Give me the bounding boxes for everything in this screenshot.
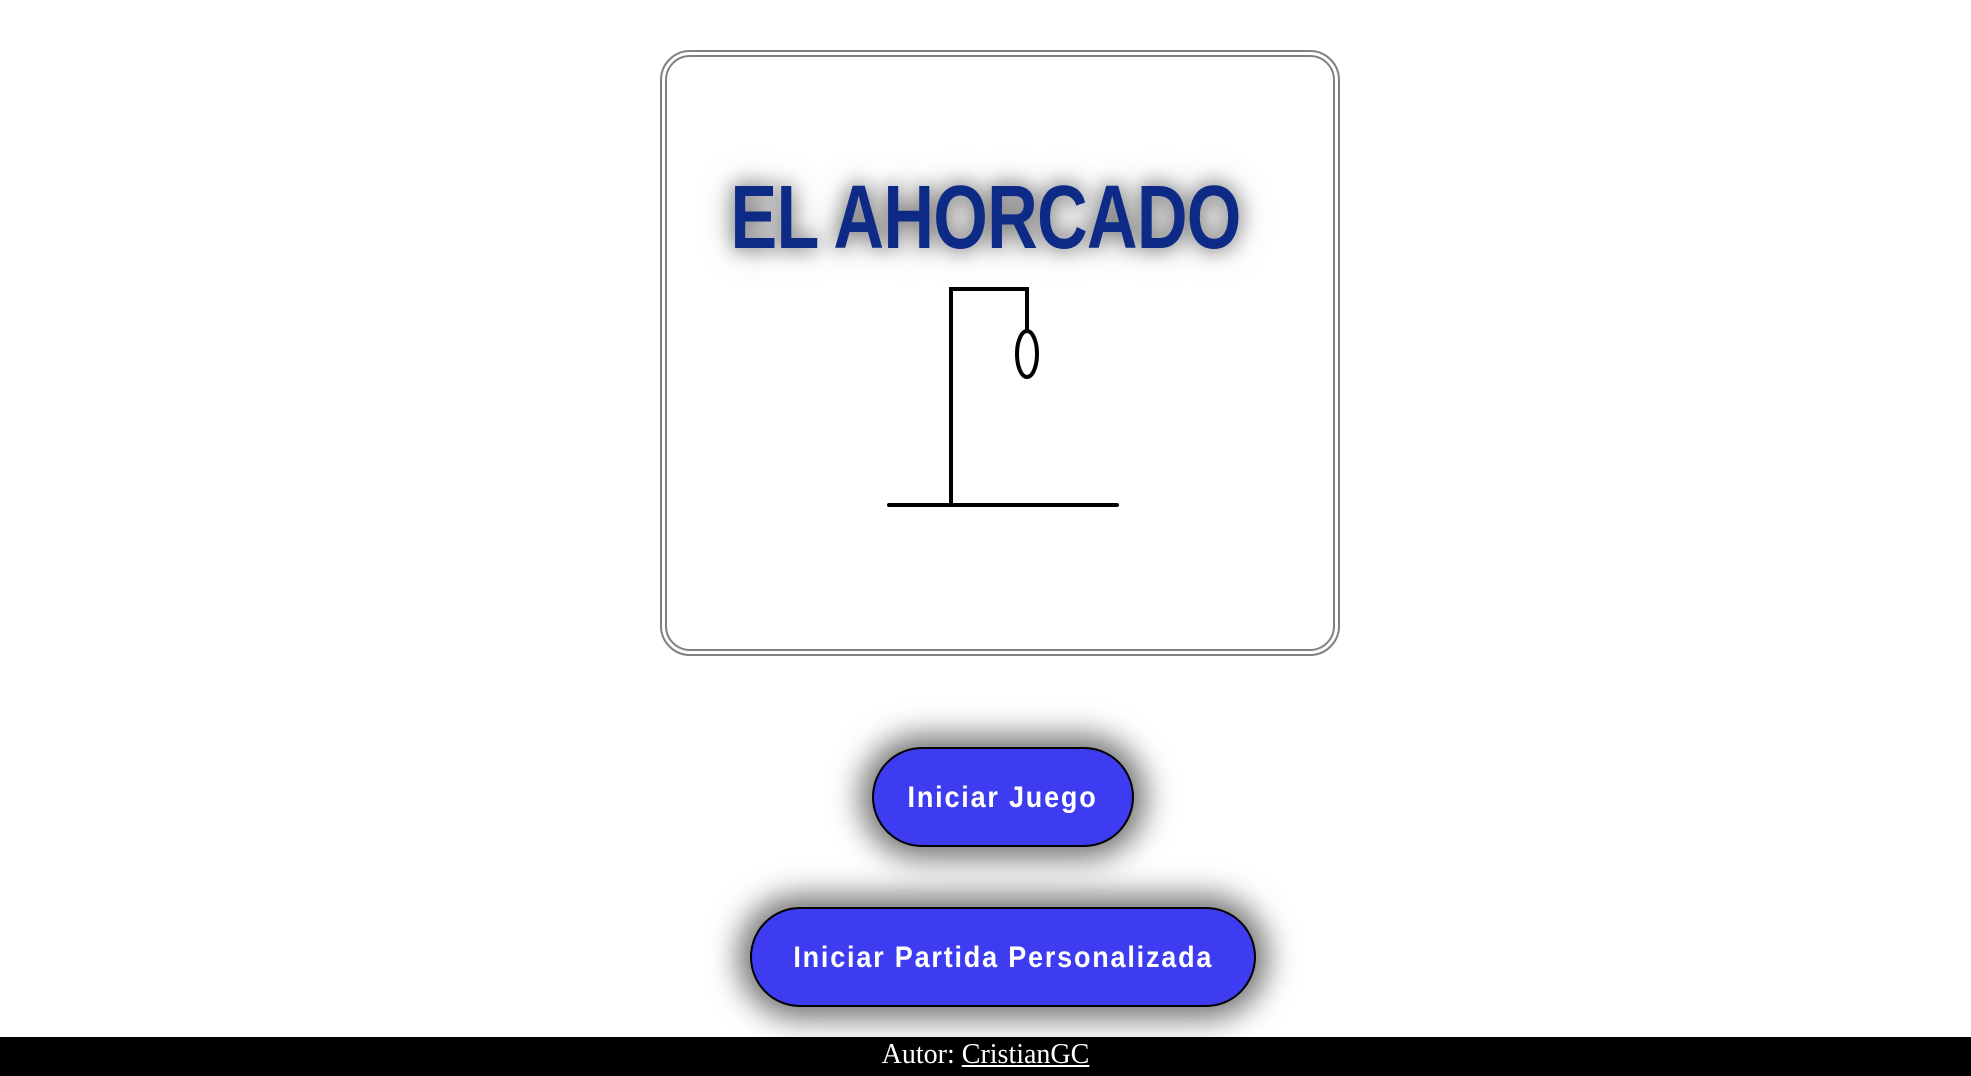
footer: Autor: CristianGC — [0, 1037, 1971, 1076]
gallows-icon — [887, 287, 1119, 507]
start-game-button[interactable]: Iniciar Juego — [872, 747, 1134, 847]
author-link[interactable]: CristianGC — [962, 1039, 1090, 1070]
noose-icon — [1015, 329, 1039, 379]
custom-game-button[interactable]: Iniciar Partida Personalizada — [750, 907, 1256, 1007]
custom-game-label: Iniciar Partida Personalizada — [793, 941, 1213, 974]
game-title: EL AHORCADO — [730, 168, 1241, 268]
author-label: Autor: — [881, 1039, 955, 1070]
start-game-label: Iniciar Juego — [908, 781, 1098, 814]
main-menu: EL AHORCADO Iniciar Juego Iniciar Partid… — [0, 0, 1971, 1076]
